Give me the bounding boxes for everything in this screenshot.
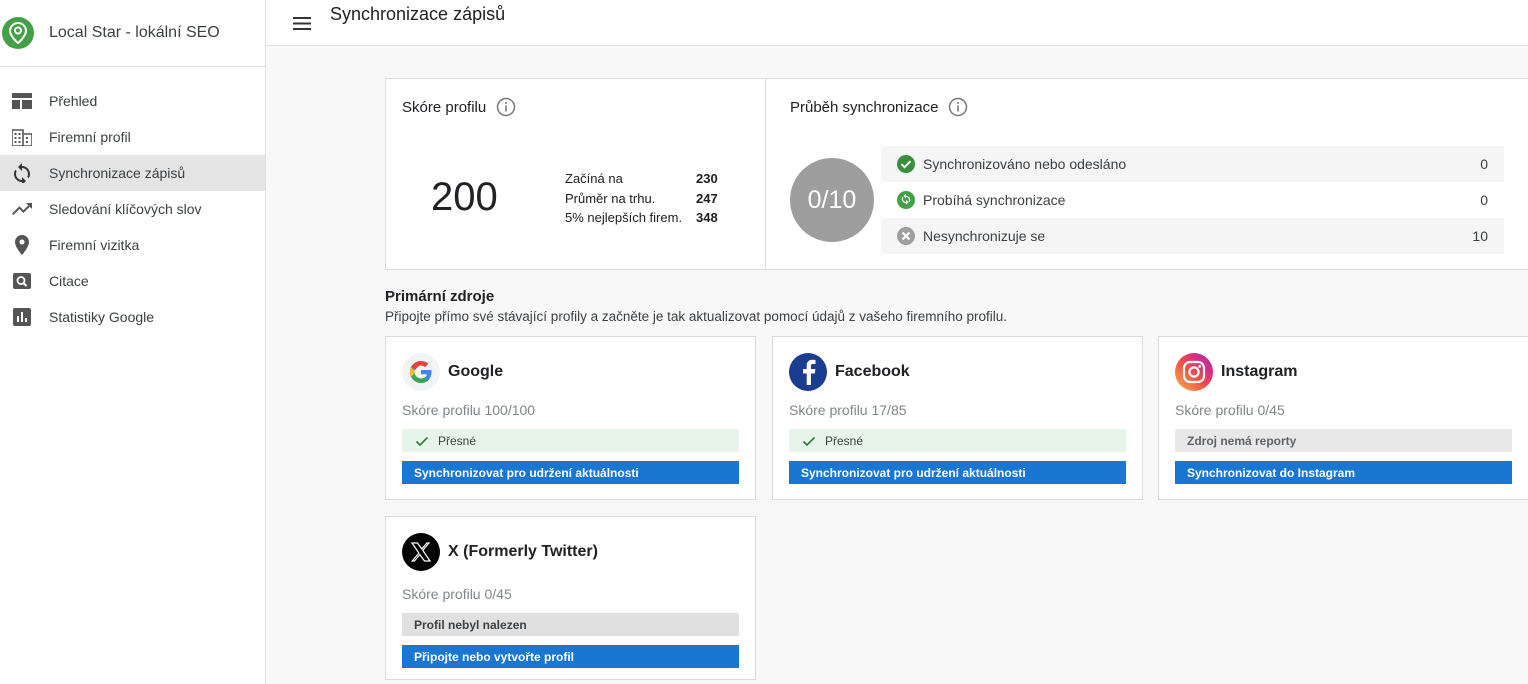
sync-row-in-progress: Probíhá synchronizace 0 xyxy=(881,182,1504,218)
source-name: Instagram xyxy=(1221,363,1298,380)
connect-or-create-profile-button[interactable]: Připojte nebo vytvořte profil xyxy=(402,645,739,668)
sidebar-item-listing-sync[interactable]: Synchronizace zápisů xyxy=(0,155,265,191)
source-card-facebook: Facebook Skóre profilu 17/85 Přesné Sync… xyxy=(772,336,1143,500)
instagram-logo-icon xyxy=(1175,353,1213,391)
status-badge: Profil nebyl nalezen xyxy=(402,613,739,636)
profile-score-value: 200 xyxy=(431,175,498,219)
dashboard-icon xyxy=(11,90,33,112)
score-row-start: Začíná na 230 xyxy=(565,171,718,186)
facebook-logo-icon xyxy=(789,353,827,391)
source-name: Facebook xyxy=(835,363,910,380)
trending-up-icon xyxy=(11,198,33,220)
sync-instagram-button[interactable]: Synchronizovat do Instagram xyxy=(1175,461,1512,484)
google-logo-icon xyxy=(402,353,440,391)
status-badge: Zdroj nemá reporty xyxy=(1175,429,1512,452)
sync-progress-circle: 0/10 xyxy=(790,158,874,242)
info-icon[interactable] xyxy=(948,97,968,117)
primary-sources-title: Primární zdroje xyxy=(385,288,495,305)
status-badge: Přesné xyxy=(402,429,739,452)
sidebar-item-business-card[interactable]: Firemní vizitka xyxy=(0,227,265,263)
sync-progress-title: Průběh synchronizace xyxy=(790,98,939,116)
sidebar-item-label: Citace xyxy=(49,273,89,289)
status-badge: Přesné xyxy=(789,429,1126,452)
sync-row-not-syncing: Nesynchronizuje se 10 xyxy=(881,218,1504,254)
sidebar-item-label: Statistiky Google xyxy=(49,309,155,325)
sync-circle-icon xyxy=(896,190,916,210)
sync-google-button[interactable]: Synchronizovat pro udržení aktuálnosti xyxy=(402,461,739,484)
search-box-icon xyxy=(11,270,33,292)
sidebar-item-label: Firemní vizitka xyxy=(49,237,140,253)
score-row-market-average: Průměr na trhu. 247 xyxy=(565,190,718,206)
source-card-instagram: Instagram Skóre profilu 0/45 Zdroj nemá … xyxy=(1158,336,1528,500)
sidebar-item-overview[interactable]: Přehled xyxy=(0,83,265,119)
info-icon[interactable] xyxy=(496,97,516,117)
sidebar-item-keyword-tracking[interactable]: Sledování klíčových slov xyxy=(0,191,265,227)
sync-facebook-button[interactable]: Synchronizovat pro udržení aktuálnosti xyxy=(789,461,1126,484)
app-title: Local Star - lokální SEO xyxy=(49,24,220,41)
sidebar-item-label: Přehled xyxy=(49,93,98,109)
check-icon xyxy=(415,436,429,446)
sync-row-synced: Synchronizováno nebo odesláno 0 xyxy=(881,146,1504,182)
score-row-top-five-percent: 5% nejlepších firem. 348 xyxy=(565,210,718,225)
sync-icon xyxy=(11,162,33,184)
location-pin-logo-icon xyxy=(2,17,34,49)
source-score: Skóre profilu 17/85 xyxy=(789,402,907,418)
sidebar-item-label: Sledování klíčových slov xyxy=(49,201,202,217)
sync-status-list: Synchronizováno nebo odesláno 0 Probíhá … xyxy=(881,146,1504,254)
page-title: Synchronizace zápisů xyxy=(330,4,506,24)
bar-chart-icon xyxy=(11,306,33,328)
sidebar-item-business-profile[interactable]: Firemní profil xyxy=(0,119,265,155)
source-score: Skóre profilu 100/100 xyxy=(402,402,536,418)
check-icon xyxy=(802,436,816,446)
sidebar-item-label: Synchronizace zápisů xyxy=(49,165,186,181)
topbar: Synchronizace zápisů xyxy=(266,0,1528,46)
source-score: Skóre profilu 0/45 xyxy=(1175,402,1285,418)
brand: Local Star - lokální SEO xyxy=(0,0,265,67)
source-name: X (Formerly Twitter) xyxy=(448,543,598,560)
source-score: Skóre profilu 0/45 xyxy=(402,586,512,602)
building-icon xyxy=(11,126,33,148)
primary-sources-subtitle: Připojte přímo své stávající profily a z… xyxy=(385,309,1008,324)
location-pin-icon xyxy=(11,234,33,256)
cancel-circle-icon xyxy=(896,226,916,246)
sidebar-item-label: Firemní profil xyxy=(49,129,131,145)
sidebar: Local Star - lokální SEO Přehled Firemní… xyxy=(0,0,266,684)
hamburger-menu-icon[interactable] xyxy=(290,12,314,36)
sidebar-item-google-stats[interactable]: Statistiky Google xyxy=(0,299,265,335)
profile-score-title: Skóre profilu xyxy=(402,98,487,116)
sidebar-nav: Přehled Firemní profil Synchronizace záp… xyxy=(0,83,265,335)
sync-progress-panel: Průběh synchronizace 0/10 Synchronizován… xyxy=(766,79,1528,269)
overview-card: Skóre profilu 200 Začíná na 230 Průměr na… xyxy=(385,78,1528,270)
source-card-google: Google Skóre profilu 100/100 Přesné Sync… xyxy=(385,336,756,500)
source-card-x: X (Formerly Twitter) Skóre profilu 0/45 … xyxy=(385,516,756,680)
sidebar-item-citations[interactable]: Citace xyxy=(0,263,265,299)
check-circle-icon xyxy=(896,154,916,174)
x-logo-icon xyxy=(402,533,440,571)
source-name: Google xyxy=(448,363,504,380)
score-benchmarks: Začíná na 230 Průměr na trhu. 247 5% nejle… xyxy=(565,171,718,230)
profile-score-panel: Skóre profilu 200 Začíná na 230 Průměr na… xyxy=(386,79,766,269)
